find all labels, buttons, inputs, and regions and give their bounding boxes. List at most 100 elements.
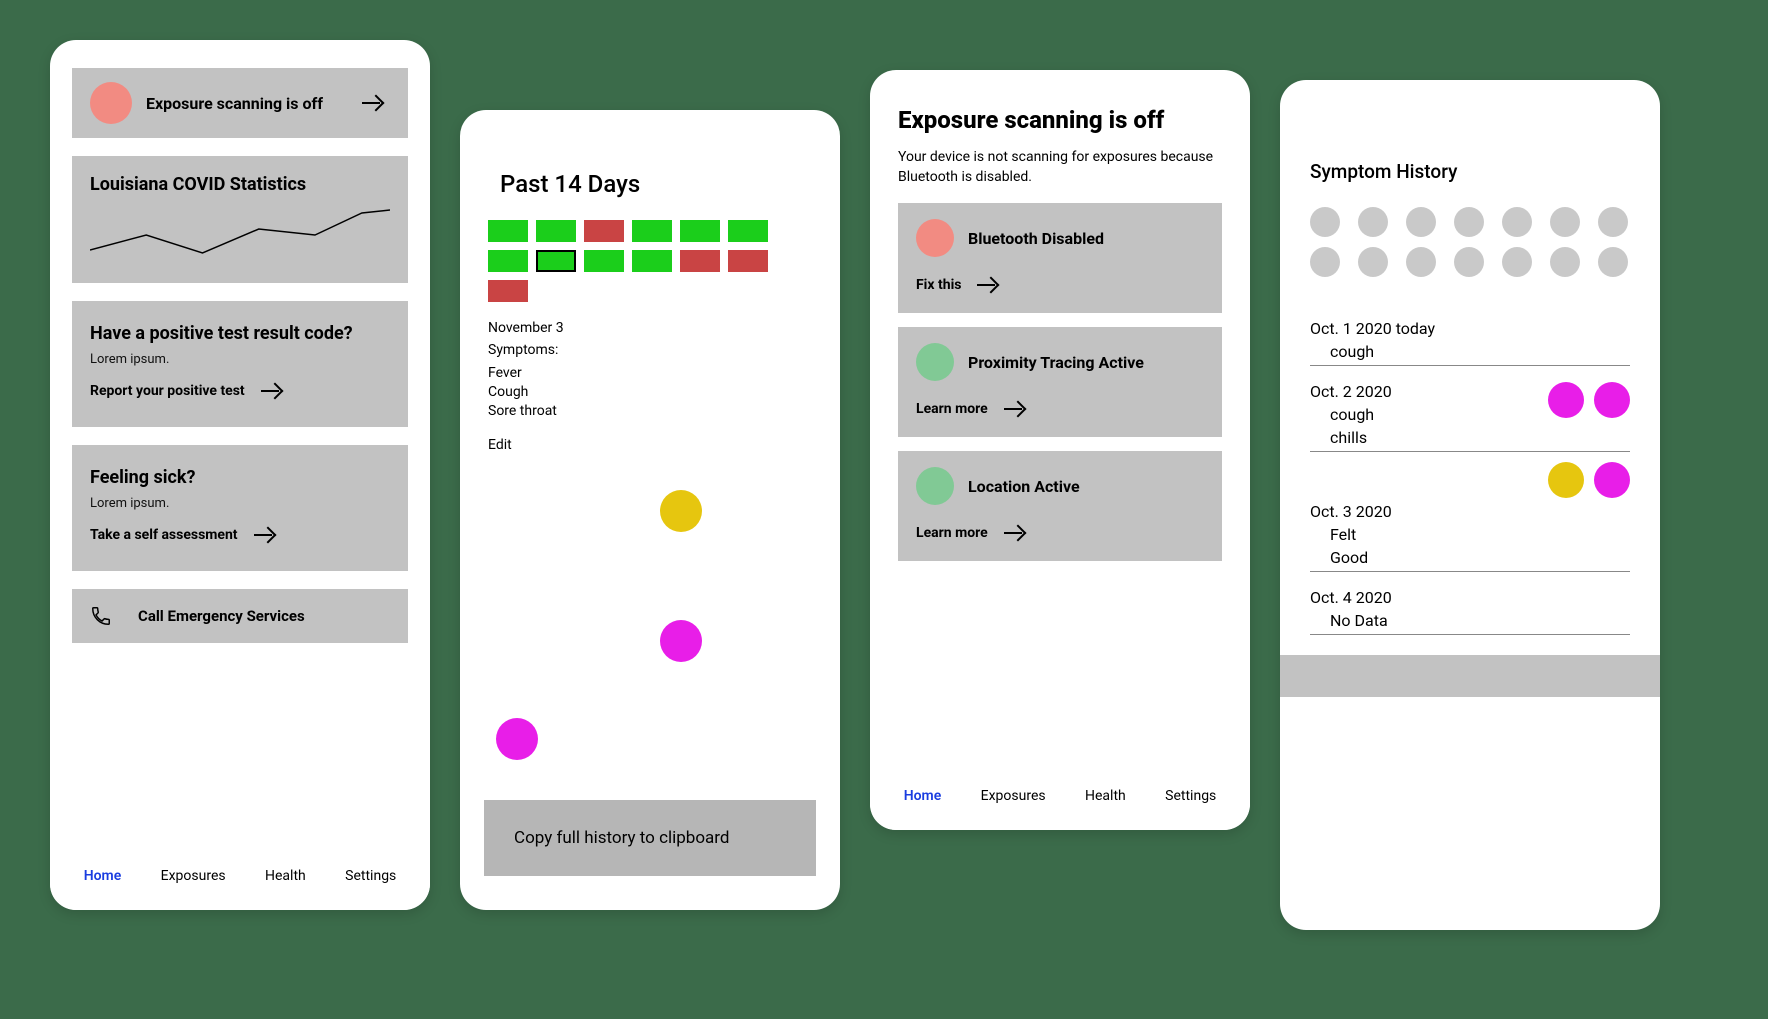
- history-date: Oct. 1 2020 today: [1310, 319, 1630, 338]
- stats-title: Louisiana COVID Statistics: [90, 174, 390, 195]
- report-positive-action[interactable]: Report your positive test: [90, 381, 390, 401]
- severity-dot-icon: [1548, 462, 1584, 498]
- nav-health[interactable]: Health: [265, 868, 306, 884]
- bottom-nav: Home Exposures Health Settings: [50, 850, 430, 910]
- status-card-action[interactable]: Learn more: [916, 399, 1204, 419]
- positive-title: Have a positive test result code?: [90, 323, 390, 344]
- bottom-nav: Home Exposures Health Settings: [870, 770, 1250, 830]
- status-dot-icon: [916, 219, 954, 257]
- day-cell[interactable]: [728, 220, 768, 242]
- arrow-right-icon: [254, 525, 282, 545]
- symptom-item: chills: [1310, 428, 1548, 447]
- severity-dot-icon: [1594, 462, 1630, 498]
- action-label: Take a self assessment: [90, 527, 238, 543]
- day-cell[interactable]: [536, 250, 576, 272]
- edit-link[interactable]: Edit: [488, 437, 512, 453]
- day-dot-icon: [1550, 247, 1580, 277]
- arrow-right-icon: [1004, 523, 1032, 543]
- nav-home[interactable]: Home: [84, 868, 122, 884]
- arrow-right-icon: [977, 275, 1005, 295]
- page-title: Exposure scanning is off: [898, 106, 1222, 134]
- history-date: Oct. 2 2020: [1310, 382, 1548, 401]
- nav-settings[interactable]: Settings: [345, 868, 396, 884]
- week-dots-row: [1310, 207, 1630, 237]
- arrow-right-icon: [1004, 399, 1032, 419]
- status-card-label: Location Active: [968, 477, 1080, 496]
- day-dot-icon: [1406, 247, 1436, 277]
- nav-exposures[interactable]: Exposures: [161, 868, 226, 884]
- status-card-action[interactable]: Learn more: [916, 523, 1204, 543]
- copy-history-button[interactable]: Copy full history to clipboard: [484, 800, 816, 876]
- history-screen: Past 14 Days November 3 Symptoms: FeverC…: [460, 110, 840, 910]
- nav-home[interactable]: Home: [904, 788, 942, 804]
- action-label: Learn more: [916, 525, 988, 541]
- day-dot-icon: [1358, 207, 1388, 237]
- nav-settings[interactable]: Settings: [1165, 788, 1216, 804]
- status-dot-icon: [916, 343, 954, 381]
- history-row[interactable]: Oct. 2 2020 cough chills: [1310, 366, 1630, 452]
- status-card-label: Proximity Tracing Active: [968, 353, 1144, 372]
- status-card-label: Bluetooth Disabled: [968, 229, 1104, 248]
- positive-subtitle: Lorem ipsum.: [90, 352, 390, 367]
- self-assessment-action[interactable]: Take a self assessment: [90, 525, 390, 545]
- action-label: Report your positive test: [90, 383, 245, 399]
- action-label: Fix this: [916, 277, 961, 293]
- status-dot-icon: [916, 467, 954, 505]
- status-card-action[interactable]: Fix this: [916, 275, 1204, 295]
- day-cell[interactable]: [632, 250, 672, 272]
- day-cell[interactable]: [584, 250, 624, 272]
- history-row[interactable]: Oct. 3 2020 Felt Good: [1310, 498, 1630, 572]
- day-cell[interactable]: [680, 220, 720, 242]
- history-row[interactable]: Oct. 4 2020 No Data: [1310, 572, 1630, 635]
- severity-dot-icon: [1594, 382, 1630, 418]
- day-dot-icon: [1454, 247, 1484, 277]
- day-grid: [488, 220, 812, 302]
- line-chart-icon: [90, 205, 390, 265]
- history-date: Oct. 3 2020: [1310, 502, 1630, 521]
- symptom-item: cough: [1310, 342, 1630, 361]
- page-title: Symptom History: [1310, 160, 1630, 183]
- day-cell[interactable]: [536, 220, 576, 242]
- day-cell[interactable]: [488, 280, 528, 302]
- arrow-right-icon: [362, 93, 390, 113]
- status-card[interactable]: Bluetooth Disabled Fix this: [898, 203, 1222, 313]
- day-dot-icon: [1502, 247, 1532, 277]
- history-date: Oct. 4 2020: [1310, 588, 1630, 607]
- symptom-item: No Data: [1310, 611, 1630, 630]
- feeling-sick-card[interactable]: Feeling sick? Lorem ipsum. Take a self a…: [72, 445, 408, 571]
- day-dot-icon: [1310, 247, 1340, 277]
- annotation-dot-icon: [660, 490, 702, 532]
- emergency-label: Call Emergency Services: [138, 607, 305, 625]
- symptom-item: Sore throat: [488, 402, 812, 421]
- day-dot-icon: [1454, 207, 1484, 237]
- status-card[interactable]: Location Active Learn more: [898, 451, 1222, 561]
- statistics-card[interactable]: Louisiana COVID Statistics: [72, 156, 408, 283]
- nav-exposures[interactable]: Exposures: [981, 788, 1046, 804]
- day-cell[interactable]: [680, 250, 720, 272]
- status-card[interactable]: Proximity Tracing Active Learn more: [898, 327, 1222, 437]
- status-label: Exposure scanning is off: [146, 94, 323, 113]
- symptom-item: Fever: [488, 364, 812, 383]
- symptom-item: Cough: [488, 383, 812, 402]
- history-row[interactable]: Oct. 1 2020 today cough: [1310, 303, 1630, 366]
- day-cell[interactable]: [584, 220, 624, 242]
- selected-date: November 3: [488, 320, 812, 336]
- exposure-detail-screen: Exposure scanning is off Your device is …: [870, 70, 1250, 830]
- symptom-list: FeverCoughSore throat: [488, 364, 812, 421]
- day-cell[interactable]: [488, 250, 528, 272]
- day-cell[interactable]: [488, 220, 528, 242]
- call-emergency-card[interactable]: Call Emergency Services: [72, 589, 408, 643]
- day-cell[interactable]: [632, 220, 672, 242]
- copy-label: Copy full history to clipboard: [514, 828, 729, 848]
- symptom-item: Felt: [1310, 525, 1630, 544]
- positive-test-card[interactable]: Have a positive test result code? Lorem …: [72, 301, 408, 427]
- phone-icon: [90, 605, 112, 627]
- day-cell[interactable]: [728, 250, 768, 272]
- nav-health[interactable]: Health: [1085, 788, 1126, 804]
- week-dots-row: [1310, 247, 1630, 277]
- exposure-status-banner[interactable]: Exposure scanning is off: [72, 68, 408, 138]
- symptom-item: cough: [1310, 405, 1548, 424]
- sick-subtitle: Lorem ipsum.: [90, 496, 390, 511]
- home-screen: Exposure scanning is off Louisiana COVID…: [50, 40, 430, 910]
- day-dot-icon: [1550, 207, 1580, 237]
